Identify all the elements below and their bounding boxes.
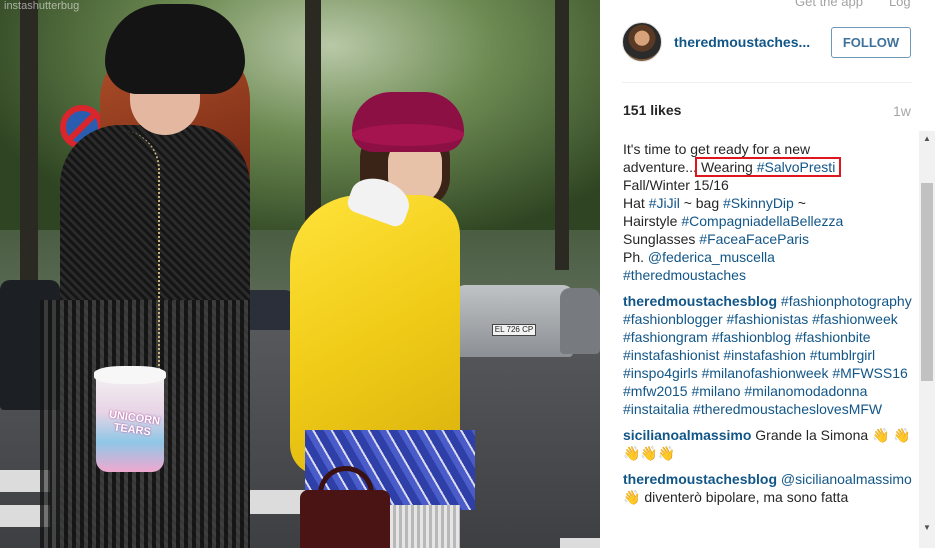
handbag bbox=[300, 490, 390, 548]
license-plate: EL 726 CP bbox=[492, 324, 536, 336]
login-link[interactable]: Log bbox=[889, 0, 911, 9]
mention-link[interactable]: @federica_muscella bbox=[648, 249, 775, 265]
comment-username-link[interactable]: sicilianoalmassimo bbox=[623, 427, 751, 443]
avatar[interactable] bbox=[622, 22, 662, 62]
caption-text: ~ bbox=[793, 195, 806, 211]
crosswalk-stripe bbox=[560, 538, 600, 548]
bag-chain bbox=[120, 130, 160, 380]
scroll-down-arrow-icon[interactable]: ▼ bbox=[919, 520, 935, 536]
highlight-box: Wearing #SalvoPresti bbox=[694, 157, 842, 177]
mention-link[interactable]: @sicilianoalmassimo bbox=[781, 471, 912, 487]
timestamp[interactable]: 1w bbox=[893, 103, 911, 119]
follow-button[interactable]: FOLLOW bbox=[831, 27, 911, 58]
photo-tree-trunk bbox=[20, 0, 38, 300]
comments-list: It's time to get ready for a new adventu… bbox=[623, 140, 915, 548]
photo-watermark: instashutterbug bbox=[4, 0, 80, 12]
hashtag-link[interactable]: #CompagniadellaBellezza bbox=[681, 213, 843, 229]
photo-tree-trunk bbox=[555, 0, 569, 270]
hashtag-link[interactable]: #SalvoPresti bbox=[757, 159, 836, 175]
comment-username-link[interactable]: theredmoustachesblog bbox=[623, 293, 777, 309]
header-divider bbox=[622, 82, 912, 83]
caption-text: Ph. bbox=[623, 249, 648, 265]
caption-text: Hairstyle bbox=[623, 213, 682, 229]
scroll-up-arrow-icon[interactable]: ▲ bbox=[919, 131, 935, 147]
post-photo[interactable]: EL 726 CP UNICORN TEARS instashutterbug bbox=[0, 0, 600, 548]
top-links: Get the app Log bbox=[795, 0, 935, 9]
caption-line: adventure... bbox=[623, 159, 697, 175]
hashtag-link[interactable]: #theredmoustaches bbox=[623, 267, 746, 283]
woman-left-hat bbox=[105, 4, 245, 94]
comment-item: theredmoustachesblog @sicilianoalmassimo… bbox=[623, 470, 915, 506]
comment-item: theredmoustachesblog #fashionphotography… bbox=[623, 292, 915, 418]
post-header: theredmoustaches... FOLLOW bbox=[622, 22, 912, 64]
caption-line: It's time to get ready for a new bbox=[623, 141, 811, 157]
username-link[interactable]: theredmoustaches... bbox=[674, 34, 810, 50]
comment-text[interactable]: #fashionphotography #fashionblogger #fas… bbox=[623, 293, 912, 417]
hashtag-link[interactable]: #FaceaFaceParis bbox=[699, 231, 809, 247]
hashtag-link[interactable]: #JiJil bbox=[649, 195, 680, 211]
comment-username-link[interactable]: theredmoustachesblog bbox=[623, 471, 777, 487]
highlight-text: Wearing bbox=[700, 159, 757, 175]
woman-right-hat-brim bbox=[352, 124, 464, 146]
comment-item: sicilianoalmassimo Grande la Simona 👋 👋👋… bbox=[623, 426, 915, 462]
caption: It's time to get ready for a new adventu… bbox=[623, 140, 915, 284]
unicorn-cup-lid bbox=[94, 366, 166, 384]
likes-count[interactable]: 151 likes bbox=[623, 102, 681, 118]
get-app-link[interactable]: Get the app bbox=[795, 0, 863, 9]
comment-text: 👋 diventerò bipolare, ma sono fatta bbox=[623, 489, 849, 505]
caption-text: Sunglasses bbox=[623, 231, 700, 247]
photo-car bbox=[560, 288, 600, 354]
scrollbar-thumb[interactable] bbox=[921, 183, 933, 381]
caption-line: Fall/Winter 15/16 bbox=[623, 177, 729, 193]
caption-text: Hat bbox=[623, 195, 649, 211]
caption-text: ~ bag bbox=[679, 195, 724, 211]
photo-car bbox=[455, 285, 573, 357]
hashtag-link[interactable]: #SkinnyDip bbox=[723, 195, 794, 211]
